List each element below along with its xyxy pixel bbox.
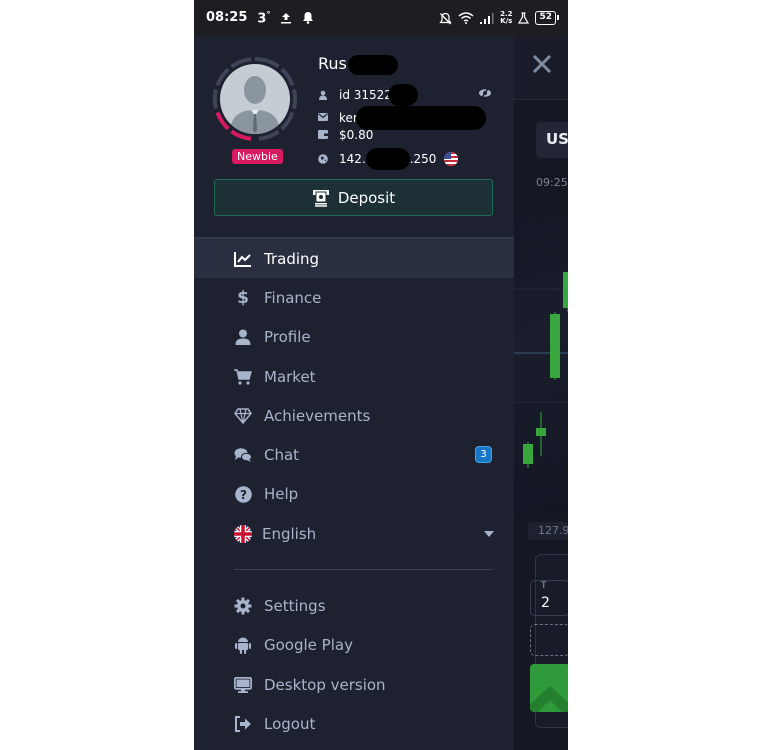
network-speed: 2.2 K/s: [500, 10, 513, 25]
svg-text:?: ?: [240, 488, 247, 502]
candle: [563, 272, 568, 312]
candlestick-chart: [514, 272, 568, 468]
user-id-row: id 31522: [318, 84, 418, 106]
navigation-drawer: Newbie Rus. id 31522 ker $0.80 142. .250…: [194, 36, 514, 750]
candle: [550, 312, 560, 380]
nav-item-profile[interactable]: Profile: [194, 318, 514, 357]
nav-label: Market: [264, 367, 316, 386]
deposit-button[interactable]: Deposit: [214, 179, 493, 216]
chat-icon: [234, 446, 252, 464]
nav-label: Trading: [264, 249, 320, 268]
question-icon: ?: [234, 485, 252, 503]
diamond-icon: [234, 407, 252, 425]
nav-item-achievements[interactable]: Achievements: [194, 396, 514, 435]
bell-off-icon: [439, 12, 452, 25]
close-icon[interactable]: [530, 52, 554, 76]
logout-icon: [234, 715, 252, 733]
bell-icon: [302, 11, 314, 25]
flask-icon: [518, 12, 530, 24]
nav-label: Logout: [264, 714, 316, 733]
user-ip-row: 142. .250: [318, 148, 459, 170]
wifi-icon: [458, 12, 474, 24]
user-balance: $0.80: [339, 128, 374, 142]
chart-time-label: 09:25: [536, 176, 568, 189]
nav-item-chat[interactable]: Chat 3: [194, 435, 514, 474]
trade-option-box[interactable]: [530, 624, 568, 656]
background-trading-app: US 09:25 127.9 T2: [514, 36, 568, 750]
unread-badge: 3: [475, 446, 492, 464]
language-selector[interactable]: English: [194, 514, 514, 553]
nav-label: Profile: [264, 328, 311, 347]
redaction: [387, 84, 418, 106]
asset-pair-selector[interactable]: US: [536, 122, 568, 158]
user-ip-prefix: 142.: [339, 152, 366, 166]
nav-label: Google Play: [264, 636, 353, 655]
chart-line-icon: [234, 250, 252, 268]
user-name: Rus.: [318, 54, 398, 75]
redaction: [365, 148, 410, 170]
nav-item-desktop-version[interactable]: Desktop version: [194, 665, 514, 704]
globe-icon: [318, 154, 328, 164]
status-bar: 08:25 3° 2.2 K/s 52: [194, 0, 568, 36]
trade-amount-input[interactable]: T2: [530, 580, 568, 616]
user-ip-suffix: .250: [409, 152, 437, 166]
avatar-level-ring: [212, 56, 298, 142]
price-axis-label: 127.9: [528, 522, 568, 540]
uk-flag-icon: [234, 524, 252, 543]
background-header: [514, 36, 568, 100]
nav-label: Help: [264, 485, 299, 504]
up-button[interactable]: [530, 664, 568, 712]
nav-label: Chat: [264, 446, 300, 465]
nav-item-settings[interactable]: Settings: [194, 586, 514, 625]
nav-label: Finance: [264, 288, 322, 307]
price-chart[interactable]: [514, 216, 568, 516]
nav-label: Achievements: [264, 406, 371, 425]
nav-item-finance[interactable]: $ Finance: [194, 278, 514, 317]
gear-icon: [234, 597, 252, 615]
divider: [234, 569, 492, 571]
candle: [523, 442, 533, 468]
profile-section: Newbie Rus. id 31522 ker $0.80 142. .250…: [194, 36, 514, 236]
nav-menu: Trading $ Finance Profile Market Achieve…: [194, 237, 514, 744]
redaction: [347, 54, 398, 75]
deposit-label: Deposit: [337, 188, 396, 207]
nav-label: Settings: [264, 597, 326, 616]
user-email-row: ker: [318, 106, 486, 130]
signal-icon: [480, 12, 494, 24]
envelope-icon: [318, 113, 328, 123]
upload-icon: [280, 12, 292, 24]
user-icon: [234, 328, 252, 346]
nav-item-logout[interactable]: Logout: [194, 704, 514, 743]
status-time: 08:25: [206, 10, 248, 26]
user-balance-row: $0.80: [318, 128, 373, 142]
candle: [536, 412, 546, 456]
default-user-silhouette-icon: [230, 76, 280, 134]
user-icon: [318, 90, 328, 100]
chevron-down-icon: [484, 531, 494, 538]
nav-label: Desktop version: [264, 675, 386, 694]
redaction: [355, 106, 486, 130]
user-id: id 31522: [339, 88, 392, 102]
nav-item-google-play[interactable]: Google Play: [194, 626, 514, 665]
arrow-up-icon: [530, 686, 568, 712]
nav-item-trading[interactable]: Trading: [194, 239, 514, 279]
nav-item-help[interactable]: ? Help: [194, 475, 514, 514]
level-badge: Newbie: [232, 149, 283, 164]
phone-screen: 08:25 3° 2.2 K/s 52 US 09:25 127.9 T 2 N…: [194, 0, 568, 750]
language-label: English: [262, 524, 317, 543]
status-temperature: 3°: [257, 9, 271, 27]
avatar[interactable]: [220, 64, 290, 134]
dollar-icon: $: [237, 287, 249, 308]
nav-item-market[interactable]: Market: [194, 357, 514, 396]
battery-icon: 52: [535, 11, 559, 25]
wallet-icon: [318, 130, 328, 140]
android-icon: [234, 636, 252, 655]
cart-icon: [234, 368, 252, 386]
desktop-icon: [234, 676, 252, 694]
atm-deposit-icon: [312, 189, 329, 207]
us-flag-icon: [444, 152, 459, 166]
eye-slash-icon[interactable]: [478, 88, 492, 98]
